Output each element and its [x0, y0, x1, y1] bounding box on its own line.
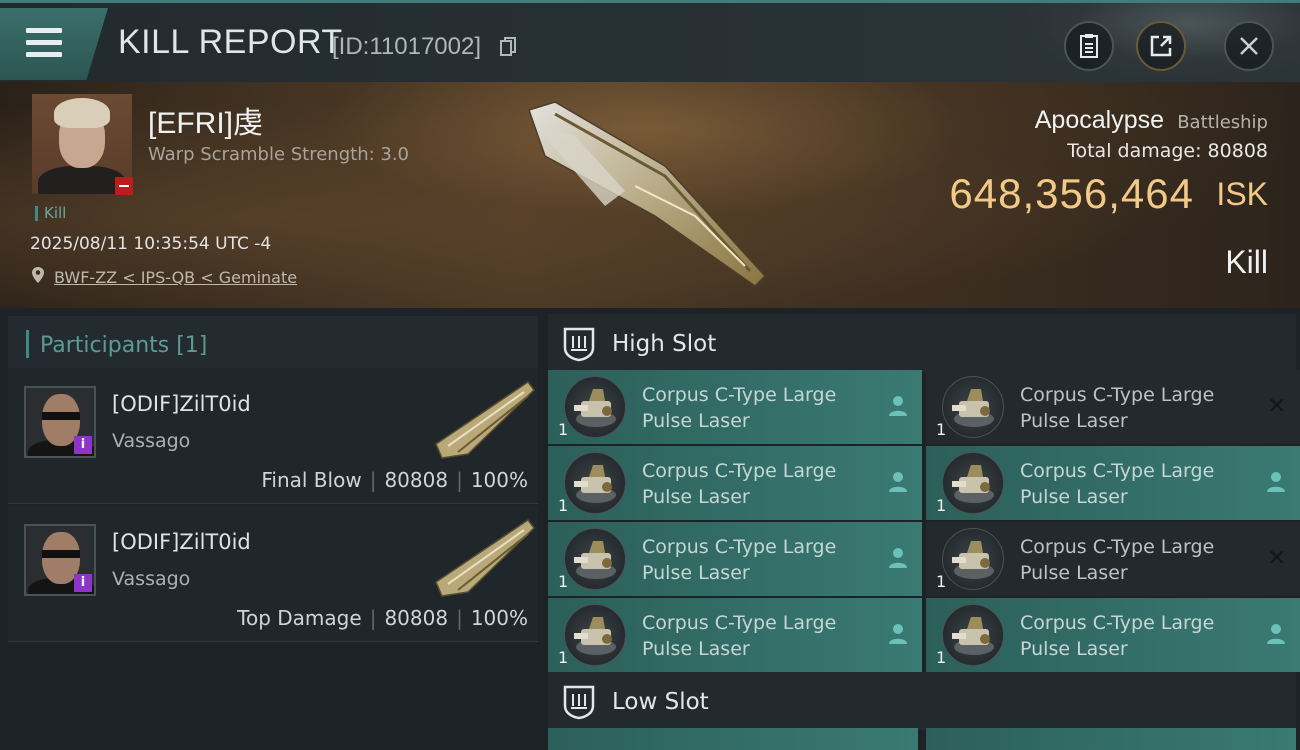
- participant-ship: Vassago: [112, 568, 191, 590]
- pulse-laser-icon: [942, 452, 1004, 514]
- pulse-laser-icon: [942, 528, 1004, 590]
- destroyed-icon: ✕: [1267, 546, 1286, 571]
- participant-row[interactable]: i [ODIF]ZilT0id Vassago Final Blow | 80808…: [8, 368, 538, 504]
- person-icon: [1267, 624, 1285, 644]
- vassago-ship-image: [435, 380, 535, 459]
- map-pin-icon: [32, 267, 44, 283]
- person-icon: [889, 396, 907, 416]
- pulse-laser-icon: [942, 376, 1004, 438]
- copy-icon[interactable]: [500, 37, 516, 57]
- pulse-laser-icon: [564, 452, 626, 514]
- module-quantity: 1: [558, 648, 569, 667]
- clipboard-button[interactable]: [1064, 21, 1114, 71]
- pulse-laser-icon: [942, 604, 1004, 666]
- share-icon: [1150, 35, 1172, 57]
- participant-damage: 80808: [384, 606, 449, 630]
- vassago-ship-image: [435, 518, 535, 597]
- participant-damage: 80808: [384, 468, 449, 492]
- participant-stats: Final Blow | 80808 | 100%: [261, 468, 528, 492]
- slot-shield-icon: [563, 327, 595, 362]
- participant-stats: Top Damage | 80808 | 100%: [237, 606, 528, 630]
- warp-scramble-strength: Warp Scramble Strength: 3.0: [148, 144, 410, 165]
- person-icon: [889, 472, 907, 492]
- kill-banner: [EFRI]虔 Warp Scramble Strength: 3.0 Kill…: [0, 82, 1300, 308]
- module-tile[interactable]: 1 Corpus C-Type Large Pulse Laser: [548, 370, 922, 444]
- module-quantity: 1: [936, 572, 947, 591]
- ship-class: Battleship: [1177, 112, 1268, 133]
- module-name: Corpus C-Type Large Pulse Laser: [1020, 536, 1215, 584]
- participant-role: Final Blow: [261, 468, 362, 492]
- slot-shield-icon: [563, 685, 595, 720]
- low-slot-title: Low Slot: [612, 689, 709, 715]
- apocalypse-ship-image: [528, 101, 767, 287]
- isk-value: 648,356,464: [949, 170, 1194, 217]
- module-quantity: 1: [558, 496, 569, 515]
- menu-button[interactable]: [0, 8, 108, 80]
- module-tile[interactable]: 1 Corpus C-Type Large Pulse Laser: [548, 522, 922, 596]
- module-name: Corpus C-Type Large Pulse Laser: [642, 536, 837, 584]
- module-quantity: 1: [936, 648, 947, 667]
- participant-name: [ODIF]ZilT0id: [112, 530, 251, 554]
- high-slot-title: High Slot: [612, 331, 717, 357]
- participant-name: [ODIF]ZilT0id: [112, 392, 251, 416]
- module-name: Corpus C-Type Large Pulse Laser: [642, 384, 837, 432]
- page-title: KILL REPORT: [118, 23, 343, 61]
- header-bar: KILL REPORT [ID:11017002]: [0, 0, 1300, 83]
- participant-percent: 100%: [470, 606, 528, 630]
- loss-badge: [115, 177, 133, 195]
- fitting-panel: High Slot 1 Corpus C-Type Large Pulse Las…: [542, 308, 1300, 750]
- low-slot-header[interactable]: Low Slot: [548, 672, 1296, 730]
- participants-title: Participants [1]: [40, 333, 208, 358]
- module-name: Corpus C-Type Large Pulse Laser: [1020, 460, 1215, 508]
- module-tile[interactable]: 1 Corpus C-Type Large Pulse Laser ✕: [926, 370, 1300, 444]
- module-tile[interactable]: 1 Corpus C-Type Large Pulse Laser: [926, 446, 1300, 520]
- module-quantity: 1: [558, 572, 569, 591]
- module-name: Corpus C-Type Large Pulse Laser: [642, 612, 837, 660]
- close-button[interactable]: [1224, 21, 1274, 71]
- report-id: [ID:11017002]: [332, 33, 482, 60]
- person-icon: [889, 624, 907, 644]
- share-button[interactable]: [1136, 21, 1186, 71]
- isk-unit: ISK: [1216, 176, 1268, 212]
- result-label: Kill: [1225, 244, 1268, 280]
- kill-location-link[interactable]: BWF-ZZ < IPS-QB < Geminate: [54, 268, 297, 287]
- person-icon: [889, 548, 907, 568]
- module-name: Corpus C-Type Large Pulse Laser: [1020, 384, 1215, 432]
- destroyed-icon: ✕: [1267, 394, 1286, 419]
- module-tile[interactable]: 1 Corpus C-Type Large Pulse Laser: [926, 598, 1300, 672]
- pulse-laser-icon: [564, 528, 626, 590]
- participant-row[interactable]: i [ODIF]ZilT0id Vassago Top Damage | 80808…: [8, 506, 538, 642]
- pulse-laser-icon: [564, 376, 626, 438]
- module-quantity: 1: [936, 420, 947, 439]
- participants-panel: Participants [1] i [ODIF]ZilT0id Vassago…: [0, 308, 542, 750]
- kill-tag: Kill: [35, 206, 66, 221]
- info-icon: i: [74, 574, 92, 592]
- participant-ship: Vassago: [112, 430, 191, 452]
- ship-name[interactable]: Apocalypse: [1035, 106, 1164, 135]
- total-damage: Total damage: 80808: [1067, 140, 1268, 162]
- module-quantity: 1: [936, 496, 947, 515]
- close-icon: [1240, 37, 1258, 55]
- info-icon: i: [74, 436, 92, 454]
- module-tile[interactable]: 1 Corpus C-Type Large Pulse Laser: [548, 598, 922, 672]
- module-tile[interactable]: 1 Corpus C-Type Large Pulse Laser: [548, 446, 922, 520]
- module-name: Corpus C-Type Large Pulse Laser: [642, 460, 837, 508]
- person-icon: [1267, 472, 1285, 492]
- module-tile[interactable]: 1 Corpus C-Type Large Pulse Laser ✕: [926, 522, 1300, 596]
- low-slot-modules-peek: [548, 728, 1296, 750]
- kill-timestamp: 2025/08/11 10:35:54 UTC -4: [30, 234, 272, 254]
- pulse-laser-icon: [564, 604, 626, 666]
- high-slot-header[interactable]: High Slot: [548, 314, 1296, 372]
- participants-header[interactable]: Participants [1]: [8, 316, 538, 372]
- clipboard-icon: [1080, 34, 1098, 58]
- module-quantity: 1: [558, 420, 569, 439]
- participant-percent: 100%: [470, 468, 528, 492]
- module-name: Corpus C-Type Large Pulse Laser: [1020, 612, 1215, 660]
- participant-role: Top Damage: [237, 606, 362, 630]
- victim-name[interactable]: [EFRI]虔: [148, 98, 263, 142]
